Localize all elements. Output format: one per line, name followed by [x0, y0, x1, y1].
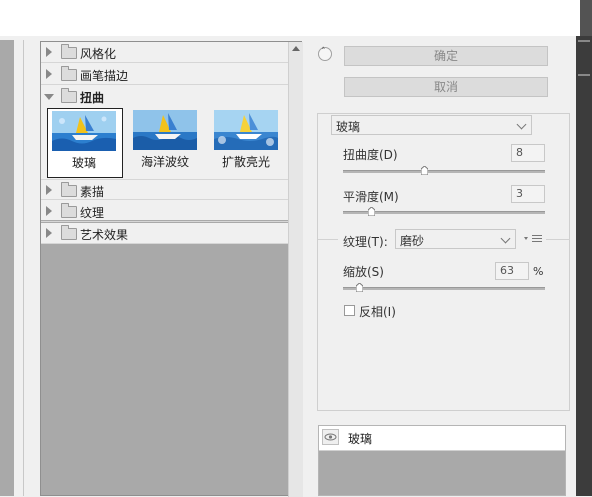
invert-checkbox[interactable]	[344, 305, 355, 316]
collapse-arrow-icon[interactable]	[44, 94, 54, 100]
distortion-label: 扭曲度(D)	[343, 148, 398, 162]
smoothness-input[interactable]: 3	[511, 185, 545, 203]
preview-divider	[23, 40, 24, 496]
folder-open-icon	[61, 88, 77, 103]
effect-layer-name: 玻璃	[348, 432, 373, 446]
app-side-strip	[576, 36, 592, 496]
scaling-label: 缩放(S)	[343, 265, 384, 279]
texture-label: 纹理(T):	[343, 235, 388, 249]
scaling-slider[interactable]	[343, 283, 545, 292]
filter-tree-list: 风格化 画笔描边 扭曲 玻璃 海洋波纹 扩散亮光 素描 纹理 艺术效果	[41, 42, 288, 244]
chevron-down-icon	[500, 233, 511, 244]
effect-layers-panel: 玻璃	[318, 425, 566, 496]
distortion-slider[interactable]	[343, 166, 545, 175]
filter-select[interactable]: 玻璃	[331, 115, 532, 135]
smoothness-slider[interactable]	[343, 207, 545, 216]
folder-icon	[61, 44, 77, 59]
folder-label: 纹理	[80, 206, 105, 220]
double-chevron-up-icon: ˄	[321, 47, 326, 57]
invert-label[interactable]: 反相(I)	[359, 303, 396, 320]
preview-area[interactable]	[0, 40, 14, 496]
expand-arrow-icon[interactable]	[46, 206, 52, 216]
dialog-titlebar	[0, 0, 580, 36]
folder-distort[interactable]: 扭曲	[41, 86, 288, 107]
filter-thumb-glass[interactable]: 玻璃	[47, 108, 123, 178]
scaling-slider-handle[interactable]	[356, 283, 363, 292]
folder-icon	[61, 225, 77, 240]
expand-arrow-icon[interactable]	[46, 185, 52, 195]
diffuse-glow-preview-image	[214, 110, 278, 150]
ok-button[interactable]: 确定	[344, 46, 548, 66]
scaling-unit: %	[533, 265, 544, 278]
effect-layer-row[interactable]: 玻璃	[319, 426, 565, 451]
smoothness-slider-handle[interactable]	[368, 207, 375, 216]
scaling-input[interactable]: 63	[495, 262, 529, 280]
folder-brush-strokes[interactable]: 画笔描边	[41, 64, 288, 85]
eye-visibility-icon[interactable]	[322, 429, 339, 445]
tree-scrollbar[interactable]	[288, 42, 303, 497]
texture-select-value: 磨砂	[400, 234, 425, 248]
thumb-label: 扩散亮光	[221, 155, 270, 169]
folder-label: 扭曲	[80, 91, 105, 105]
filter-select-value: 玻璃	[336, 120, 361, 134]
smoothness-label: 平滑度(M)	[343, 190, 399, 204]
group-divider	[318, 239, 338, 240]
expand-arrow-icon[interactable]	[46, 228, 52, 238]
folder-label: 风格化	[80, 47, 117, 61]
folder-label: 艺术效果	[80, 228, 129, 242]
folder-icon	[61, 66, 77, 81]
distortion-slider-handle[interactable]	[421, 166, 428, 175]
thumb-label: 玻璃	[71, 156, 96, 170]
distortion-input[interactable]: 8	[511, 144, 545, 162]
folder-icon	[61, 203, 77, 218]
folder-label: 画笔描边	[80, 69, 129, 83]
collapse-gallery-button[interactable]: ˄	[318, 47, 332, 61]
texture-select[interactable]: 磨砂	[395, 229, 516, 249]
expand-arrow-icon[interactable]	[46, 69, 52, 79]
folder-label: 素描	[80, 185, 105, 199]
filter-thumb-diffuse-glow[interactable]: 扩散亮光	[210, 108, 282, 180]
scroll-up-arrow-icon[interactable]	[292, 46, 300, 51]
folder-artistic[interactable]: 艺术效果	[41, 223, 288, 244]
glass-preview-image	[52, 111, 116, 151]
folder-texture[interactable]: 纹理	[41, 201, 288, 222]
expand-arrow-icon[interactable]	[46, 47, 52, 57]
folder-stylize[interactable]: 风格化	[41, 42, 288, 63]
folder-icon	[61, 182, 77, 197]
filter-settings-panel: 玻璃 扭曲度(D) 8 平滑度(M) 3 纹理(T): 磨砂 缩放(S) 63 …	[317, 113, 570, 411]
ocean-ripple-preview-image	[133, 110, 197, 150]
group-divider	[546, 239, 570, 240]
cancel-button[interactable]: 取消	[344, 77, 548, 97]
filter-gallery-tree: 风格化 画笔描边 扭曲 玻璃 海洋波纹 扩散亮光 素描 纹理 艺术效果	[40, 41, 303, 497]
texture-menu-icon[interactable]	[524, 233, 546, 243]
folder-sketch[interactable]: 素描	[41, 179, 288, 200]
chevron-down-icon	[516, 119, 527, 130]
thumb-label: 海洋波纹	[140, 155, 189, 169]
filter-thumb-ocean-ripple[interactable]: 海洋波纹	[129, 108, 201, 180]
